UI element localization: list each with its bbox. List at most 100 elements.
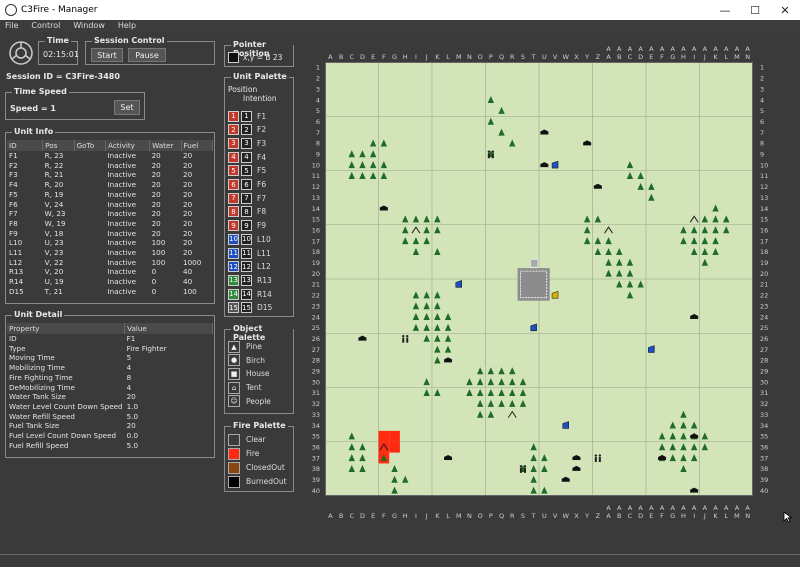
row-label-left: 5 [316, 107, 320, 115]
column-label-top: N [745, 53, 750, 61]
column-label-bottom: B [617, 512, 621, 520]
column-label-bottom: M [456, 512, 462, 520]
row-label-right: 29 [760, 368, 768, 376]
column-label-top: T [531, 53, 536, 61]
fire-cell[interactable] [389, 430, 400, 442]
column-label-bottom: A [724, 504, 729, 512]
column-label-top: L [446, 53, 450, 61]
row-label-left: 28 [312, 357, 320, 365]
column-label-bottom: A [328, 512, 333, 520]
column-label-bottom: U [542, 512, 547, 520]
column-label-bottom: Y [584, 512, 589, 520]
column-label-bottom: K [713, 512, 718, 520]
column-label-bottom: K [435, 512, 440, 520]
column-label-bottom: J [425, 512, 428, 520]
row-label-right: 11 [760, 172, 768, 180]
column-label-bottom: H [403, 512, 408, 520]
column-label-bottom: M [734, 512, 740, 520]
row-label-left: 25 [312, 324, 320, 332]
row-label-left: 19 [312, 259, 320, 267]
row-label-right: 1 [760, 64, 764, 72]
column-label-bottom: A [649, 504, 654, 512]
column-label-top: A [660, 45, 665, 53]
column-label-bottom: F [660, 512, 664, 520]
row-label-right: 22 [760, 292, 768, 300]
row-label-right: 15 [760, 216, 768, 224]
column-label-top: C [628, 53, 633, 61]
column-label-bottom: A [671, 504, 676, 512]
column-label-bottom: C [349, 512, 354, 520]
row-label-right: 35 [760, 433, 768, 441]
column-label-bottom: A [713, 504, 718, 512]
row-label-right: 13 [760, 194, 768, 202]
row-label-left: 35 [312, 433, 320, 441]
column-label-bottom: D [638, 512, 643, 520]
column-label-top: N [467, 53, 472, 61]
column-label-top: K [435, 53, 440, 61]
column-label-bottom: E [371, 512, 375, 520]
row-label-left: 33 [312, 411, 320, 419]
column-label-bottom: A [692, 504, 697, 512]
row-label-right: 26 [760, 335, 768, 343]
column-label-bottom: V [553, 512, 558, 520]
fire-cell[interactable] [378, 430, 390, 442]
column-label-bottom: E [649, 512, 653, 520]
row-label-right: 14 [760, 205, 768, 213]
column-label-bottom: R [510, 512, 515, 520]
column-label-bottom: J [703, 512, 706, 520]
row-label-left: 2 [316, 75, 320, 83]
row-label-right: 19 [760, 259, 768, 267]
row-label-left: 11 [312, 172, 320, 180]
column-label-bottom: A [735, 504, 740, 512]
row-label-right: 3 [760, 85, 764, 93]
column-label-top: W [563, 53, 570, 61]
column-label-top: I [693, 53, 695, 61]
row-label-left: 1 [316, 64, 320, 72]
row-label-left: 17 [312, 237, 320, 245]
row-label-right: 28 [760, 357, 768, 365]
column-label-top: G [670, 53, 675, 61]
column-label-top: X [574, 53, 579, 61]
row-label-left: 8 [316, 140, 320, 148]
row-label-right: 5 [760, 107, 764, 115]
row-label-right: 16 [760, 226, 768, 234]
row-label-left: 23 [312, 302, 320, 310]
row-label-left: 29 [312, 368, 320, 376]
row-label-right: 24 [760, 313, 768, 321]
column-label-bottom: F [382, 512, 386, 520]
column-label-bottom: D [360, 512, 365, 520]
column-label-bottom: H [681, 512, 686, 520]
column-label-bottom: Q [499, 512, 504, 520]
column-label-bottom: X [574, 512, 579, 520]
fire-cell[interactable] [389, 441, 400, 453]
row-label-left: 14 [312, 205, 320, 213]
column-label-top: G [392, 53, 397, 61]
column-label-top: J [425, 53, 428, 61]
column-label-top: Q [499, 53, 504, 61]
row-label-left: 31 [312, 389, 320, 397]
column-label-top: A [681, 45, 686, 53]
row-label-right: 37 [760, 454, 768, 462]
column-label-top: Z [596, 53, 601, 61]
row-label-right: 20 [760, 270, 768, 278]
row-label-left: 22 [312, 292, 320, 300]
column-label-top: F [382, 53, 386, 61]
row-label-left: 26 [312, 335, 320, 343]
row-label-right: 25 [760, 324, 768, 332]
column-label-bottom: A [617, 504, 622, 512]
row-label-left: 20 [312, 270, 320, 278]
column-label-bottom: N [745, 512, 750, 520]
column-label-top: Y [584, 53, 589, 61]
row-label-right: 39 [760, 476, 768, 484]
row-label-left: 30 [312, 378, 320, 386]
row-label-left: 32 [312, 400, 320, 408]
row-label-left: 12 [312, 183, 320, 191]
row-label-left: 15 [312, 216, 320, 224]
column-label-top: A [671, 45, 676, 53]
row-label-right: 12 [760, 183, 768, 191]
column-label-top: M [456, 53, 462, 61]
column-label-bottom: L [446, 512, 450, 520]
row-label-left: 9 [316, 151, 320, 159]
fire-map[interactable] [325, 62, 753, 496]
row-label-right: 40 [760, 487, 768, 495]
